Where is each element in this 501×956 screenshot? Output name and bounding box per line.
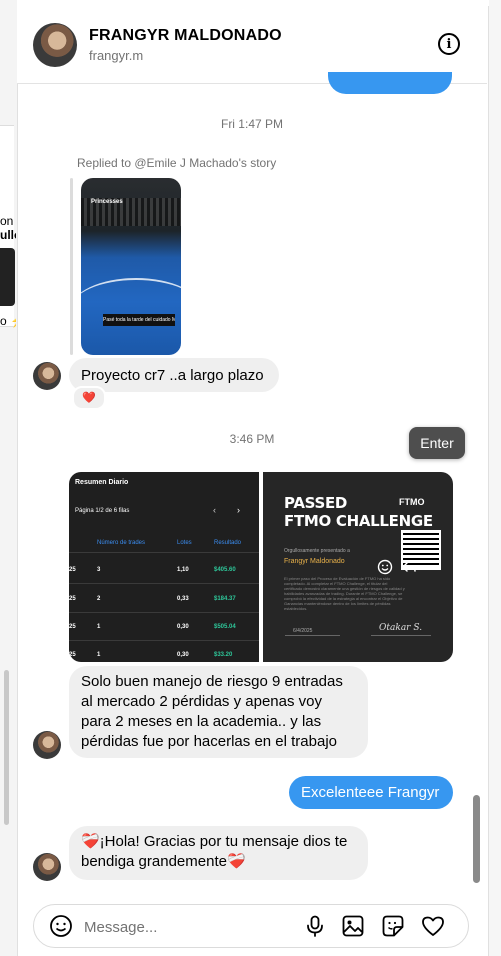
incoming-message[interactable]: Solo buen manejo de riesgo 9 entradas al… bbox=[69, 666, 368, 758]
shared-image-summary[interactable]: Resumen Diario Página 1/2 de 6 filas ‹ ›… bbox=[69, 472, 259, 662]
microphone-icon[interactable] bbox=[303, 914, 327, 938]
emoji-icon[interactable] bbox=[49, 914, 73, 938]
sheet-cell: 25 bbox=[69, 596, 76, 602]
sheet-cell: 25 bbox=[69, 624, 76, 630]
sheet-cell: 0,30 bbox=[177, 652, 189, 658]
background-thumbnail bbox=[0, 248, 15, 306]
contact-username: frangyr.m bbox=[89, 48, 144, 63]
sheet-cell: 3 bbox=[97, 567, 101, 573]
chevron-left-icon: ‹ bbox=[213, 505, 216, 515]
timestamp: Fri 1:47 PM bbox=[220, 117, 283, 131]
sheet-header: Lotes bbox=[177, 540, 192, 546]
contact-name[interactable]: FRANGYR MALDONADO bbox=[89, 27, 282, 45]
sheet-header: Resultado bbox=[214, 540, 242, 546]
sheet-pagination: Página 1/2 de 6 filas bbox=[75, 508, 130, 514]
incoming-message[interactable]: ❤️‍🩹¡Hola! Gracias por tu mensaje dios t… bbox=[69, 826, 368, 880]
avatar[interactable] bbox=[33, 731, 61, 759]
cert-date: 6/4/2025 bbox=[293, 628, 313, 634]
enter-tooltip: Enter bbox=[409, 427, 465, 459]
heart-icon[interactable] bbox=[421, 914, 445, 938]
scroll-track bbox=[489, 0, 501, 956]
sheet-cell: 25 bbox=[69, 652, 76, 658]
react-emoji-icon[interactable] bbox=[377, 559, 393, 575]
sheet-cell: 1 bbox=[97, 624, 101, 630]
cert-paragraph: El primer paso del Proceso de Evaluación… bbox=[284, 576, 405, 611]
sheet-divider bbox=[69, 583, 259, 584]
message-input[interactable]: Message... bbox=[84, 919, 157, 936]
chevron-right-icon: › bbox=[237, 505, 240, 515]
cert-signature: Otakar S. bbox=[379, 623, 423, 633]
outgoing-message-partial bbox=[328, 72, 452, 94]
outgoing-message[interactable]: Excelenteee Frangyr bbox=[289, 776, 453, 809]
cert-line bbox=[285, 635, 340, 636]
reply-indicator bbox=[70, 178, 73, 355]
sticker-icon[interactable] bbox=[381, 914, 405, 938]
sheet-cell: 25 bbox=[69, 567, 76, 573]
avatar[interactable] bbox=[33, 23, 77, 67]
reply-icon[interactable] bbox=[401, 559, 417, 575]
background-scrollbar bbox=[4, 670, 9, 825]
sheet-divider bbox=[69, 552, 259, 553]
info-icon[interactable]: i bbox=[438, 33, 460, 55]
sheet-divider bbox=[69, 612, 259, 613]
cert-recipient: Frangyr Maldonado bbox=[284, 558, 345, 565]
cert-presented-label: Orgullosamente presentado a bbox=[284, 548, 350, 554]
avatar[interactable] bbox=[33, 853, 61, 881]
sheet-cell: $405.60 bbox=[214, 567, 236, 573]
sheet-cell: 1,10 bbox=[177, 567, 189, 573]
story-thumbnail[interactable]: Princesses Pasé toda la tarde del cuidad… bbox=[81, 178, 181, 355]
sheet-header: Número de trades bbox=[97, 540, 146, 546]
shared-image-certificate[interactable]: PASSED FTMO CHALLENGE FTMO Orgullosament… bbox=[263, 472, 453, 662]
sheet-cell: 0,30 bbox=[177, 624, 189, 630]
story-caption: Pasé toda la tarde del cuidado Montenegr… bbox=[103, 314, 175, 326]
chat-scrollbar[interactable] bbox=[473, 795, 480, 883]
story-court-line bbox=[81, 278, 181, 340]
avatar[interactable] bbox=[33, 362, 61, 390]
sheet-cell: 2 bbox=[97, 596, 101, 602]
cert-heading-line2: FTMO CHALLENGE bbox=[284, 512, 433, 530]
background-text: ullo bbox=[0, 228, 16, 242]
ftmo-logo: FTMO bbox=[399, 497, 425, 507]
story-overlay-text: Princesses bbox=[91, 199, 123, 205]
sheet-cell: 1 bbox=[97, 652, 101, 658]
image-icon[interactable] bbox=[341, 914, 365, 938]
sheet-divider bbox=[69, 640, 259, 641]
background-text: o ⚡ bbox=[0, 314, 16, 328]
background-text: on c bbox=[0, 214, 16, 228]
reaction-heart[interactable]: ❤️ bbox=[72, 386, 106, 410]
sheet-cell: $184.37 bbox=[214, 596, 236, 602]
story-reply-label: Replied to @Emile J Machado's story bbox=[77, 156, 277, 170]
cert-line bbox=[371, 635, 431, 636]
sheet-cell: $33.20 bbox=[214, 652, 233, 658]
sheet-title: Resumen Diario bbox=[75, 479, 129, 486]
sheet-cell: 0,33 bbox=[177, 596, 189, 602]
sheet-cell: $505.04 bbox=[214, 624, 236, 630]
